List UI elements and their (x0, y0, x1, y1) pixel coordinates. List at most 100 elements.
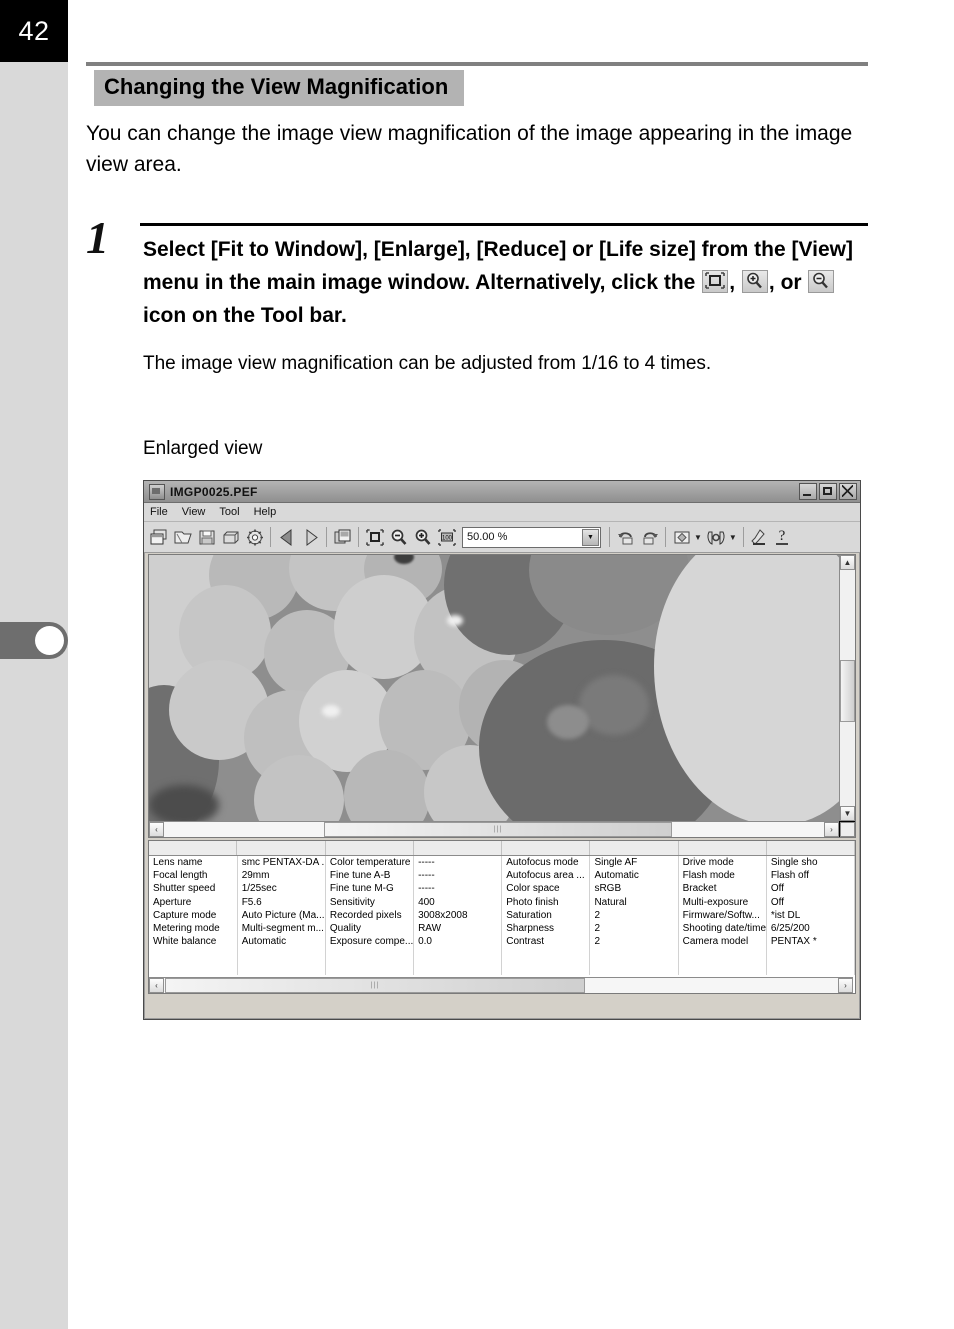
settings-gear-icon[interactable] (243, 526, 266, 549)
column-header[interactable] (590, 841, 679, 855)
metadata-horizontal-scrollbar[interactable]: ‹ ||| › (149, 977, 853, 993)
table-cell: Saturation (501, 908, 591, 923)
section-title: Changing the View Magnification (94, 70, 465, 106)
table-row[interactable]: Aperture F5.6 Sensitivity 400 Photo fini… (149, 895, 855, 909)
menu-item-help[interactable]: Help (254, 506, 277, 518)
metadata-scroll-left-button[interactable]: ‹ (149, 978, 164, 993)
menu-item-file[interactable]: File (150, 506, 168, 518)
step-comma-2: , (768, 271, 775, 294)
help-icon[interactable]: ? (772, 526, 795, 549)
table-cell: Lens name (149, 856, 238, 870)
table-cell: ----- (413, 856, 503, 870)
table-row[interactable]: Metering mode Multi-segment m... Quality… (149, 922, 855, 936)
page-edge-strip (0, 0, 68, 1329)
table-cell: Single AF (589, 856, 679, 870)
print-icon[interactable] (219, 526, 242, 549)
menu-item-view[interactable]: View (182, 506, 206, 518)
table-cell: sRGB (589, 882, 679, 896)
table-cell: Photo finish (501, 895, 591, 909)
chevron-down-icon[interactable]: ▼ (582, 528, 599, 546)
table-cell: ----- (413, 882, 503, 896)
table-cell (589, 961, 679, 975)
table-cell: RAW (413, 922, 503, 936)
tools-icon[interactable] (748, 526, 771, 549)
table-cell: 2 (589, 908, 679, 923)
table-cell: Drive mode (678, 856, 767, 870)
scroll-right-button[interactable]: › (824, 822, 839, 837)
table-cell (149, 961, 238, 975)
chevron-down-icon[interactable]: ▼ (729, 533, 737, 542)
rotate-right-icon[interactable] (638, 526, 661, 549)
window-controls (799, 483, 857, 500)
step-rule (140, 223, 868, 226)
column-header[interactable] (679, 841, 767, 855)
column-header[interactable] (149, 841, 238, 855)
zoom-level-combobox[interactable]: 50.00 % ▼ (462, 526, 601, 548)
image-vertical-scrollbar[interactable]: ▲ ▼ (839, 555, 855, 821)
table-row[interactable]: Focal length 29mm Fine tune A-B ----- Au… (149, 869, 855, 883)
close-button[interactable] (839, 483, 857, 500)
photo-preview (149, 555, 839, 821)
column-header[interactable] (237, 841, 326, 855)
table-cell: Flash mode (678, 869, 767, 883)
table-row[interactable]: Lens name smc PENTAX-DA ... Color temper… (149, 856, 855, 870)
save-icon[interactable] (195, 526, 218, 549)
scroll-down-button[interactable]: ▼ (840, 806, 855, 821)
table-row[interactable] (149, 961, 855, 975)
metadata-header-row[interactable] (149, 841, 855, 856)
table-cell: Color temperature (325, 856, 415, 870)
image-adjust-icon[interactable] (670, 526, 693, 549)
maximize-button[interactable] (819, 483, 837, 500)
table-cell (325, 948, 415, 962)
white-balance-icon[interactable] (705, 526, 728, 549)
table-cell: Aperture (149, 895, 238, 909)
toolbar: 100 50.00 % ▼ ▼ ▼ ? (144, 522, 860, 553)
table-cell: ----- (413, 869, 503, 883)
chevron-down-icon[interactable]: ▼ (694, 533, 702, 542)
table-cell: F5.6 (237, 895, 326, 909)
table-cell (237, 961, 326, 975)
vertical-scroll-thumb[interactable] (840, 660, 855, 722)
column-header[interactable] (502, 841, 591, 855)
life-size-icon[interactable]: 100 (435, 526, 458, 549)
scroll-left-button[interactable]: ‹ (149, 822, 164, 837)
table-cell: 29mm (237, 869, 326, 883)
table-row[interactable]: Capture mode Auto Picture (Ma... Recorde… (149, 908, 855, 923)
table-cell: PENTAX * (766, 935, 855, 949)
table-cell: Bracket (678, 882, 767, 896)
table-cell (678, 948, 767, 962)
minimize-button[interactable] (799, 483, 817, 500)
table-cell (589, 948, 679, 962)
table-cell: Quality (325, 922, 415, 936)
table-row[interactable]: White balance Automatic Exposure compe..… (149, 935, 855, 949)
toolbar-separator (358, 527, 359, 547)
column-header[interactable] (414, 841, 502, 855)
metadata-table-body: Lens name smc PENTAX-DA ... Color temper… (149, 856, 855, 975)
scroll-up-button[interactable]: ▲ (840, 555, 855, 570)
table-cell: Natural (589, 895, 679, 909)
horizontal-scroll-thumb[interactable]: ||| (324, 822, 672, 837)
column-header[interactable] (326, 841, 414, 855)
previous-image-icon[interactable] (275, 526, 298, 549)
column-header[interactable] (767, 841, 855, 855)
open-folder-icon[interactable] (171, 526, 194, 549)
new-window-icon[interactable] (147, 526, 170, 549)
table-row[interactable] (149, 948, 855, 962)
fit-to-window-icon[interactable] (363, 526, 386, 549)
window-titlebar[interactable]: IMGP0025.PEF (144, 481, 860, 503)
zoom-in-icon[interactable] (411, 526, 434, 549)
figure-caption: Enlarged view (143, 438, 263, 459)
metadata-table: Lens name smc PENTAX-DA ... Color temper… (149, 856, 855, 975)
zoom-out-icon[interactable] (387, 526, 410, 549)
copy-image-icon[interactable] (331, 526, 354, 549)
image-horizontal-scrollbar[interactable]: ‹ ||| › (149, 821, 839, 837)
next-image-icon[interactable] (299, 526, 322, 549)
menu-item-tool[interactable]: Tool (219, 506, 239, 518)
rotate-left-icon[interactable] (614, 526, 637, 549)
image-view-area[interactable]: ▲ ▼ ‹ ||| › (148, 554, 856, 838)
table-row[interactable]: Shutter speed 1/25sec Fine tune M-G ----… (149, 882, 855, 896)
metadata-scroll-right-button[interactable]: › (838, 978, 853, 993)
table-cell: Shutter speed (149, 882, 238, 896)
metadata-scroll-thumb[interactable]: ||| (165, 978, 585, 993)
table-cell: Capture mode (149, 908, 238, 923)
